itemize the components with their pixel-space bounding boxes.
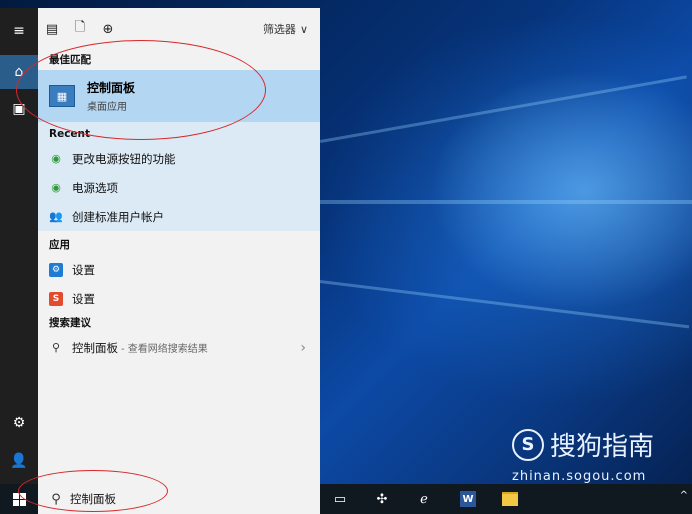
settings-app-icon: ⚙ bbox=[49, 262, 63, 277]
light-beam bbox=[320, 200, 692, 204]
filter-dropdown[interactable]: 筛选器 ∨ bbox=[263, 21, 308, 37]
apps-header: 应用 bbox=[49, 239, 70, 251]
light-beam bbox=[320, 75, 687, 143]
chevron-down-icon: ∨ bbox=[299, 22, 308, 36]
power-options-icon: ◉ bbox=[51, 181, 61, 194]
app-item-settings[interactable]: ⚙ 设置 bbox=[38, 255, 320, 284]
recent-item[interactable]: 👥 创建标准用户帐户 bbox=[38, 202, 320, 231]
sogou-logo-icon: S bbox=[512, 428, 544, 461]
power-settings-icon: ◉ bbox=[51, 152, 61, 165]
tray-chevron-icon[interactable]: ^ bbox=[680, 490, 688, 501]
internet-explorer-icon[interactable]: ℯ bbox=[404, 484, 444, 514]
s-logo-icon: S bbox=[49, 291, 63, 306]
word-logo-icon: W bbox=[460, 491, 476, 507]
recent-item-label: 创建标准用户帐户 bbox=[72, 209, 164, 224]
settings-gear-icon[interactable]: ⚙ bbox=[0, 406, 38, 440]
recent-item-label: 电源选项 bbox=[72, 180, 118, 195]
apps-filter-icon[interactable]: ▤ bbox=[38, 8, 66, 50]
suggestions-header: 搜索建议 bbox=[49, 317, 91, 329]
watermark-url: zhinan.sogou.com bbox=[512, 469, 647, 484]
filter-label: 筛选器 bbox=[262, 23, 296, 36]
user-icon[interactable]: 👤 bbox=[0, 444, 38, 478]
user-accounts-icon: 👥 bbox=[49, 210, 63, 223]
recent-item[interactable]: ◉ 更改电源按钮的功能 bbox=[38, 144, 320, 173]
file-explorer-icon[interactable] bbox=[490, 484, 530, 514]
suggestion-label: 控制面板 bbox=[72, 340, 118, 355]
annotation-circle bbox=[18, 470, 168, 512]
chevron-right-icon[interactable]: › bbox=[300, 340, 306, 356]
task-view-icon[interactable]: ▭ bbox=[320, 484, 360, 514]
web-suggestion-item[interactable]: ⚲ 控制面板 - 查看网络搜索结果 › bbox=[38, 333, 320, 362]
hamburger-menu-icon[interactable]: ≡ bbox=[0, 14, 38, 48]
annotation-circle bbox=[16, 40, 266, 140]
word-app-icon[interactable]: W bbox=[448, 484, 488, 514]
folder-icon bbox=[502, 492, 518, 506]
recent-item[interactable]: ◉ 电源选项 bbox=[38, 173, 320, 202]
light-beam bbox=[319, 280, 690, 329]
watermark-brand: 搜狗指南 bbox=[550, 432, 655, 462]
suggestion-suffix: - 查看网络搜索结果 bbox=[121, 344, 208, 355]
watermark: S 搜狗指南 zhinan.sogou.com bbox=[512, 426, 654, 484]
fan-app-icon[interactable]: ✣ bbox=[362, 484, 402, 514]
recent-section: Recent ◉ 更改电源按钮的功能 ◉ 电源选项 👥 创建标准用户帐户 bbox=[38, 122, 320, 231]
search-icon: ⚲ bbox=[51, 341, 61, 354]
app-item-label: 设置 bbox=[72, 291, 95, 306]
app-item-settings-alt[interactable]: S 设置 bbox=[38, 284, 320, 313]
app-item-label: 设置 bbox=[72, 262, 95, 277]
recent-item-label: 更改电源按钮的功能 bbox=[72, 151, 176, 166]
